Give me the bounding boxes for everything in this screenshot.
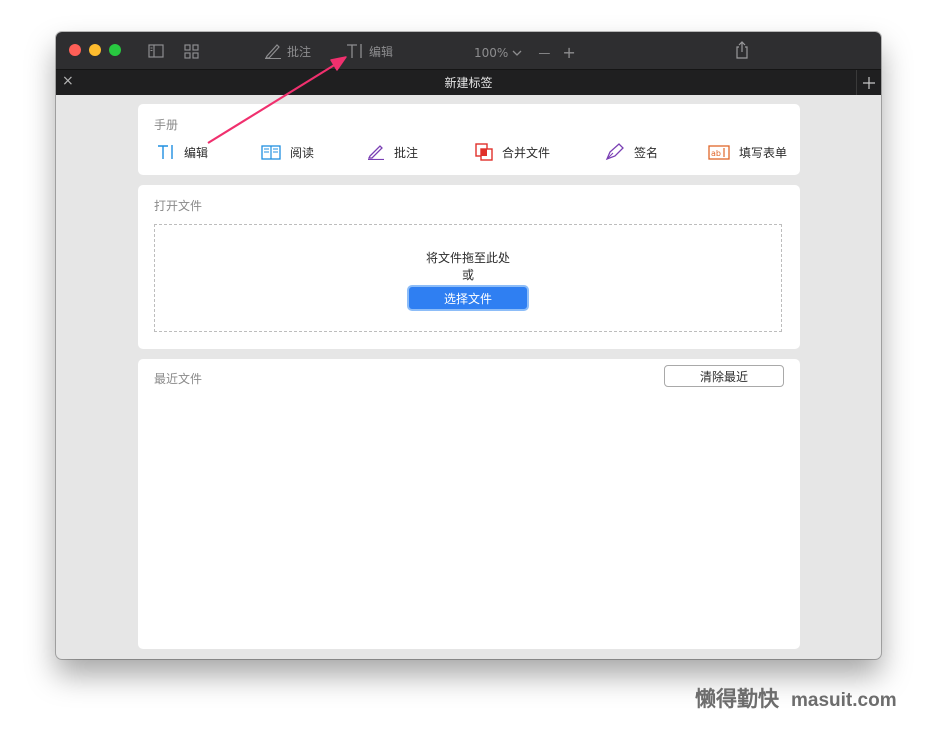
open-file-panel: 打开文件 将文件拖至此处 或 选择文件 — [138, 185, 800, 349]
minimize-window-button[interactable] — [89, 44, 101, 56]
annotate-mode-label: 批注 — [287, 44, 312, 59]
zoom-out-button[interactable]: — — [538, 46, 550, 60]
open-file-title: 打开文件 — [154, 199, 203, 213]
pen-icon — [367, 145, 384, 160]
manual-item-sign[interactable]: 签名 — [605, 142, 658, 162]
manual-title: 手册 — [154, 118, 179, 132]
drop-hint-text: 将文件拖至此处 — [425, 251, 510, 265]
close-window-button[interactable] — [69, 44, 81, 56]
annotate-mode-button[interactable]: 批注 — [264, 42, 311, 60]
text-cursor-icon — [158, 145, 173, 159]
manual-item-merge[interactable]: 合并文件 — [475, 142, 550, 162]
grid-icon — [184, 43, 199, 59]
sidebar-icon — [148, 44, 164, 58]
manual-panel: 手册 编辑 阅读 批注 合并文件 签名 ab 填写表单 — [138, 104, 800, 175]
manual-item-label: 批注 — [394, 145, 419, 160]
sidebar-toggle-button[interactable] — [148, 42, 164, 60]
zoom-in-button[interactable]: + — [562, 43, 575, 62]
or-text: 或 — [461, 268, 474, 282]
share-button[interactable] — [735, 41, 749, 59]
recent-files-title: 最近文件 — [154, 372, 203, 386]
chevron-down-icon[interactable] — [512, 49, 522, 57]
tab-new[interactable]: 新建标签 — [56, 74, 881, 91]
edit-mode-button[interactable]: 编辑 — [346, 42, 393, 60]
share-icon — [736, 41, 748, 59]
zoom-level-select[interactable]: 100% — [474, 46, 508, 60]
file-drop-zone[interactable]: 将文件拖至此处 或 选择文件 — [154, 224, 782, 332]
manual-item-label: 编辑 — [184, 145, 209, 160]
manual-item-label: 阅读 — [290, 145, 315, 160]
zoom-window-button[interactable] — [109, 44, 121, 56]
choose-file-button[interactable]: 选择文件 — [407, 285, 529, 311]
zoom-controls: 100% — + — [474, 43, 576, 62]
manual-item-annotate[interactable]: 批注 — [367, 142, 418, 162]
clear-recent-button[interactable]: 清除最近 — [664, 365, 784, 387]
manual-item-label: 填写表单 — [739, 145, 788, 160]
pen-icon — [265, 44, 281, 59]
title-bar: 批注 编辑 100% — + — [56, 32, 881, 69]
watermark-cn: 懒得勤快 — [695, 686, 779, 711]
form-field-icon: ab — [708, 144, 730, 160]
recent-files-panel: 最近文件 清除最近 — [138, 359, 800, 649]
svg-text:ab: ab — [711, 149, 721, 158]
app-window: 批注 编辑 100% — + × 新建标签 手册 编辑 阅读 批注 合并文件 签… — [56, 32, 881, 659]
edit-mode-label: 编辑 — [369, 44, 394, 59]
tab-bar: × 新建标签 — [56, 69, 881, 95]
manual-item-label: 签名 — [634, 145, 659, 160]
manual-item-edit[interactable]: 编辑 — [157, 142, 208, 162]
manual-item-fill-form[interactable]: ab 填写表单 — [708, 142, 787, 162]
book-icon — [261, 144, 281, 160]
merge-icon — [475, 143, 493, 161]
new-tab-button[interactable] — [856, 70, 881, 95]
thumbnails-button[interactable] — [184, 42, 199, 60]
signature-pen-icon — [605, 143, 624, 161]
plus-icon — [863, 76, 875, 89]
text-cursor-icon — [347, 44, 362, 58]
watermark-en: masuit.com — [791, 690, 897, 711]
manual-item-read[interactable]: 阅读 — [261, 142, 314, 162]
manual-item-label: 合并文件 — [502, 145, 551, 160]
watermark: 懒得勤快 masuit.com — [695, 683, 897, 713]
